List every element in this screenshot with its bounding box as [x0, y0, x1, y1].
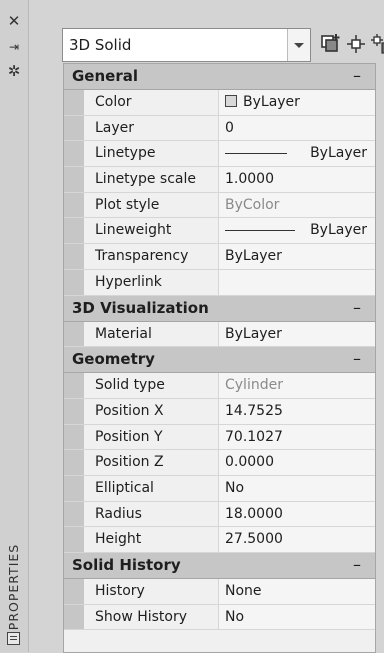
property-row-position-x[interactable]: Position X 14.7525 [64, 398, 375, 425]
properties-grid: General – Color ByLayer Layer 0 Linetype… [63, 63, 376, 653]
palette-title: PROPERTIES [6, 543, 21, 631]
property-value[interactable]: 27.5000 [219, 527, 375, 552]
property-row-history[interactable]: History None [64, 579, 375, 605]
toggle-pickadd-icon[interactable] [317, 30, 345, 58]
property-label: Transparency [84, 244, 219, 269]
lineweight-preview-icon [225, 230, 295, 232]
property-row-color[interactable]: Color ByLayer [64, 90, 375, 116]
chevron-down-icon[interactable] [287, 29, 310, 61]
collapse-icon[interactable]: – [353, 298, 361, 317]
property-value[interactable]: ByLayer [219, 90, 375, 115]
properties-settings-icon[interactable]: ✲ [0, 62, 28, 80]
property-value[interactable]: 14.7525 [219, 398, 375, 424]
collapse-icon[interactable]: – [353, 66, 361, 85]
palette-sidebar: ✕ ⇥ ✲ PROPERTIES [0, 0, 29, 652]
properties-content: 3D Solid General – Color ByLayer Layer 0… [29, 0, 384, 653]
section-title: Geometry [72, 350, 155, 369]
property-row-linetype[interactable]: Linetype ByLayer [64, 141, 375, 168]
section-geometry[interactable]: Geometry – [64, 347, 375, 374]
property-value[interactable]: 0.0000 [219, 450, 375, 475]
collapse-icon[interactable]: – [353, 555, 361, 574]
property-row-layer[interactable]: Layer 0 [64, 115, 375, 142]
property-label: Position Z [84, 450, 219, 475]
property-value[interactable] [219, 269, 375, 295]
property-row-transparency[interactable]: Transparency ByLayer [64, 244, 375, 270]
select-objects-icon[interactable] [342, 30, 370, 58]
property-row-lineweight[interactable]: Lineweight ByLayer [64, 218, 375, 245]
property-label: Color [84, 90, 219, 115]
property-value[interactable]: 0 [219, 115, 375, 141]
property-value[interactable]: ByLayer [219, 141, 375, 167]
close-icon[interactable]: ✕ [0, 12, 28, 30]
object-type-value: 3D Solid [69, 36, 132, 54]
property-row-linetype-scale[interactable]: Linetype scale 1.0000 [64, 167, 375, 193]
object-type-dropdown[interactable]: 3D Solid [62, 28, 311, 62]
property-label: Linetype scale [84, 167, 219, 192]
property-label: Radius [84, 501, 219, 527]
property-row-hyperlink[interactable]: Hyperlink [64, 269, 375, 296]
property-value[interactable]: 70.1027 [219, 424, 375, 450]
property-label: History [84, 579, 219, 604]
property-row-plot-style[interactable]: Plot style ByColor [64, 192, 375, 219]
property-label: Show History [84, 604, 219, 630]
property-value[interactable]: ByLayer [219, 218, 375, 244]
auto-hide-icon[interactable]: ⇥ [0, 38, 28, 56]
section-3d-visualization[interactable]: 3D Visualization – [64, 295, 375, 322]
quick-select-icon[interactable] [368, 30, 384, 58]
property-value[interactable]: ByLayer [219, 244, 375, 269]
property-row-radius[interactable]: Radius 18.0000 [64, 501, 375, 528]
property-value[interactable]: No [219, 475, 375, 501]
property-row-elliptical[interactable]: Elliptical No [64, 475, 375, 502]
property-label: Solid type [84, 373, 219, 398]
property-label: Elliptical [84, 475, 219, 501]
property-label: Plot style [84, 192, 219, 218]
property-label: Position X [84, 398, 219, 424]
property-row-show-history[interactable]: Show History No [64, 604, 375, 631]
grid-empty-area [64, 630, 375, 653]
property-label: Material [84, 321, 219, 347]
section-title: 3D Visualization [72, 298, 209, 317]
property-label: Hyperlink [84, 269, 219, 295]
property-value[interactable]: No [219, 604, 375, 630]
property-value[interactable]: None [219, 579, 375, 604]
property-row-solid-type[interactable]: Solid type Cylinder [64, 373, 375, 399]
property-value[interactable]: 1.0000 [219, 167, 375, 192]
property-row-height[interactable]: Height 27.5000 [64, 527, 375, 553]
property-row-position-z[interactable]: Position Z 0.0000 [64, 450, 375, 476]
property-value[interactable]: 18.0000 [219, 501, 375, 527]
property-value[interactable]: ByLayer [219, 321, 375, 347]
property-label: Height [84, 527, 219, 552]
property-label: Position Y [84, 424, 219, 450]
collapse-icon[interactable]: – [353, 349, 361, 368]
property-row-position-y[interactable]: Position Y 70.1027 [64, 424, 375, 451]
property-label: Lineweight [84, 218, 219, 244]
section-title: General [72, 67, 138, 85]
section-solid-history[interactable]: Solid History – [64, 553, 375, 579]
property-row-material[interactable]: Material ByLayer [64, 321, 375, 348]
section-title: Solid History [72, 556, 181, 574]
property-value: ByColor [219, 192, 375, 218]
property-label: Layer [84, 115, 219, 141]
linetype-preview-icon [225, 153, 287, 155]
palette-menu-icon[interactable] [7, 632, 20, 645]
property-label: Linetype [84, 141, 219, 167]
section-general[interactable]: General – [64, 64, 375, 90]
color-swatch-icon [225, 95, 237, 107]
property-value: Cylinder [219, 373, 375, 398]
